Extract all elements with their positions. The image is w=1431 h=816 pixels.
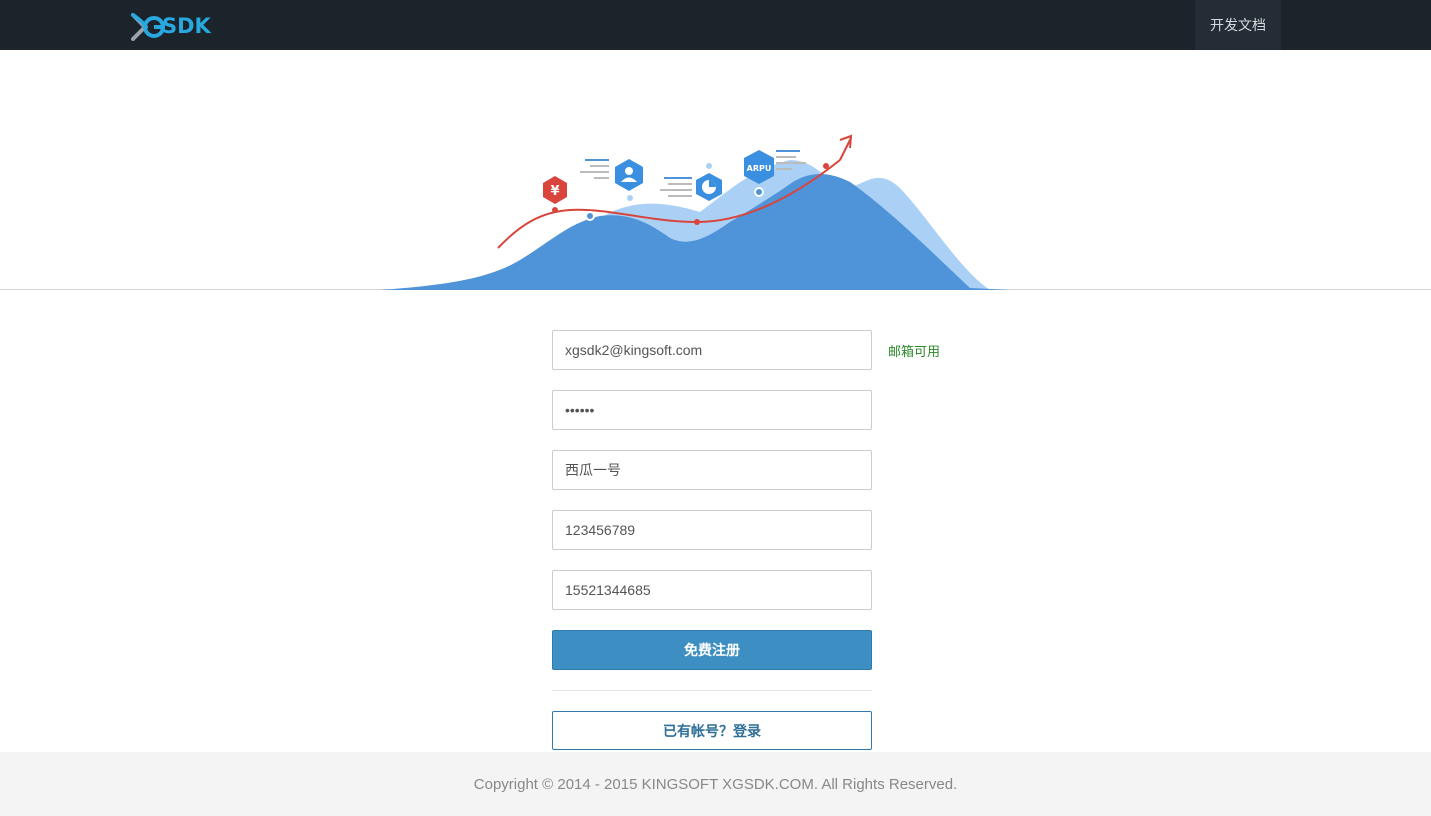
currency-symbol: ¥ (550, 184, 559, 199)
email-status-text: 邮箱可用 (888, 344, 941, 359)
page-footer: Copyright © 2014 - 2015 KINGSOFT XGSDK.C… (0, 752, 1431, 816)
nav-docs-link[interactable]: 开发文档 (1195, 0, 1281, 50)
register-button[interactable]: 免费注册 (552, 630, 872, 670)
hero-banner: ¥ ARPU (0, 50, 1431, 290)
arpu-label: ARPU (747, 164, 772, 173)
qq-field[interactable]: 123456789 (552, 510, 872, 550)
x-logo-icon (131, 13, 165, 41)
login-button[interactable]: 已有帐号？登录 (552, 711, 872, 750)
password-field[interactable]: •••••• (552, 390, 872, 430)
growth-chart-illustration: ¥ ARPU (380, 134, 1010, 290)
xgsdk-logo[interactable]: SDK (130, 10, 220, 42)
nickname-field[interactable]: 西瓜一号 (552, 450, 872, 490)
form-divider (552, 690, 872, 691)
email-field[interactable]: xgsdk2@kingsoft.com (552, 330, 872, 370)
phone-field[interactable]: 15521344685 (552, 570, 872, 610)
top-navbar: SDK 开发文档 (0, 0, 1431, 50)
copyright-text: Copyright © 2014 - 2015 KINGSOFT XGSDK.C… (473, 775, 958, 793)
logo-text: SDK (162, 14, 211, 38)
